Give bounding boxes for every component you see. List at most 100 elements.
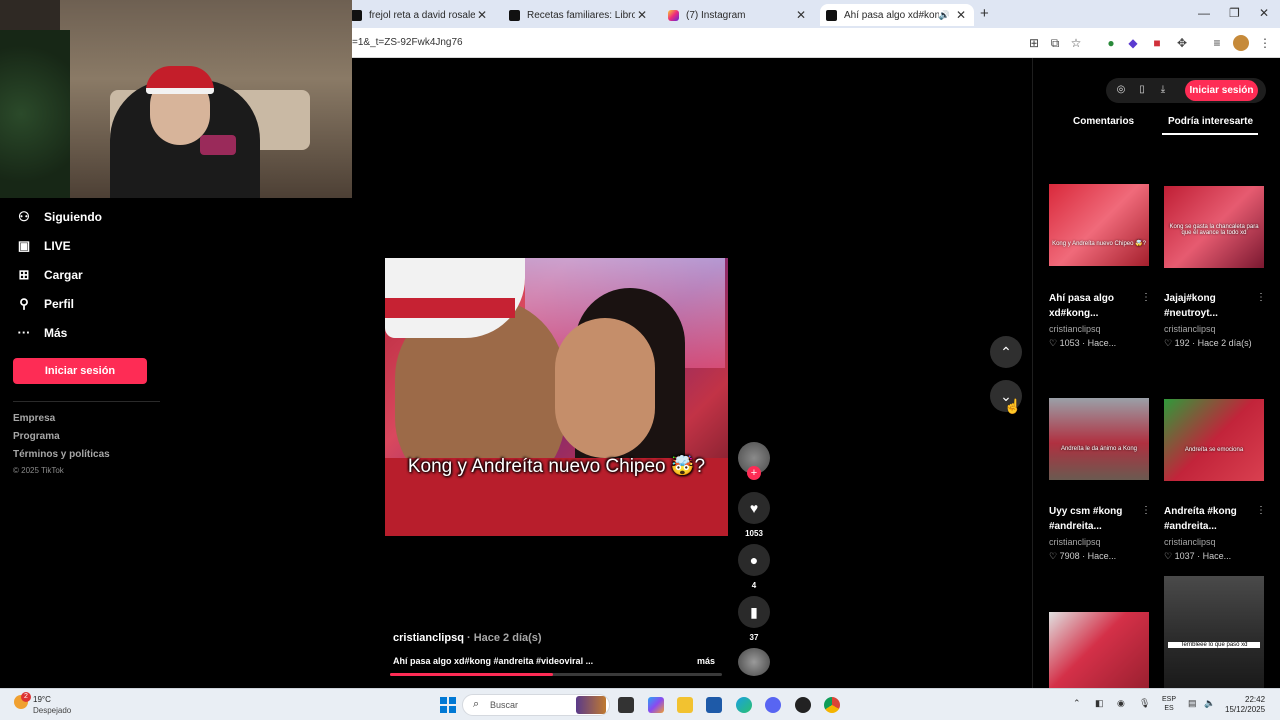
menu-kebab-icon[interactable]: ⋮: [1257, 35, 1273, 51]
shield-extension-icon[interactable]: ◆: [1125, 35, 1141, 51]
footer-link-program[interactable]: Programa: [13, 431, 60, 442]
card-options-icon[interactable]: ⋮: [1141, 292, 1151, 303]
video-thumbnail[interactable]: Kong y Andreíta nuevo Chipeo 🤯?: [1049, 184, 1149, 266]
footer-link-terms[interactable]: Términos y políticas: [13, 449, 110, 460]
tray-app-icon[interactable]: ◧: [1095, 698, 1104, 709]
sidebar-item-more[interactable]: ··· Más: [16, 325, 68, 341]
tray-app-icon[interactable]: ◉: [1117, 698, 1125, 709]
comment-button[interactable]: ●: [738, 544, 770, 576]
video-player[interactable]: Kong y Andreíta nuevo Chipeo 🤯?: [385, 258, 728, 536]
panel-divider: [1032, 58, 1033, 688]
video-description: Ahí pasa algo xd#kong #andreita #videovi…: [393, 656, 594, 666]
bookmark-star-icon[interactable]: ☆: [1068, 35, 1084, 51]
save-button[interactable]: ▮: [738, 596, 770, 628]
card-title[interactable]: Andreíta #kong #andreita...: [1164, 504, 1244, 534]
card-options-icon[interactable]: ⋮: [1256, 292, 1266, 303]
browser-tab[interactable]: frejol reta a david rosales, futbo ✕: [345, 4, 495, 26]
browser-tab-active[interactable]: Ahí pasa algo xd#kong #an 🔊 ✕: [820, 4, 974, 26]
like-button[interactable]: ♥: [738, 492, 770, 524]
close-window-icon[interactable]: ✕: [1259, 6, 1269, 20]
download-icon[interactable]: ⤓: [1156, 83, 1170, 97]
puzzle-icon[interactable]: ✥: [1174, 35, 1190, 51]
task-view-icon[interactable]: [618, 697, 634, 713]
video-thumbnail[interactable]: Andreíta le da ánimo a Kong: [1049, 398, 1149, 480]
temperature[interactable]: 19°C: [33, 695, 51, 704]
translate-icon[interactable]: ⊞: [1026, 35, 1042, 51]
follow-plus-icon[interactable]: +: [747, 466, 761, 480]
url-field[interactable]: =1&_t=ZS-92Fwk4Jng76: [352, 37, 463, 48]
close-tab-icon[interactable]: ✕: [954, 8, 968, 22]
media-control-icon[interactable]: ≡: [1209, 35, 1225, 51]
tray-chevron-icon[interactable]: ⌃: [1073, 698, 1081, 709]
volume-icon[interactable]: 🔈: [1204, 698, 1215, 709]
explore-icon[interactable]: ◎: [1114, 83, 1128, 97]
tab-active-indicator: [1162, 133, 1258, 135]
video-thumbnail[interactable]: Andreíta se emociona: [1164, 399, 1264, 481]
login-button-top[interactable]: Iniciar sesión: [1185, 80, 1258, 101]
close-tab-icon[interactable]: ✕: [635, 8, 649, 22]
windows-taskbar: 2 19°C Despejado ⌕ Buscar ⌃ ◧ ◉ 🎙 ESP ES…: [0, 688, 1280, 720]
following-icon: ⚇: [18, 209, 30, 224]
card-options-icon[interactable]: ⋮: [1256, 505, 1266, 516]
minimize-icon[interactable]: —: [1198, 6, 1210, 20]
profile-avatar-icon[interactable]: [1233, 35, 1249, 51]
sidebar-item-label: LIVE: [44, 239, 71, 253]
more-link[interactable]: más: [697, 656, 715, 666]
copilot-icon[interactable]: [648, 697, 664, 713]
card-user[interactable]: cristianclipsq: [1049, 537, 1101, 547]
card-user[interactable]: cristianclipsq: [1049, 324, 1101, 334]
edge-icon[interactable]: [736, 697, 752, 713]
browser-tab[interactable]: Recetas familiares: Libro de coc ✕: [503, 4, 655, 26]
language-indicator[interactable]: ESP ES: [1162, 695, 1176, 713]
microphone-icon[interactable]: 🎙: [1139, 698, 1150, 709]
tab-comments[interactable]: Comentarios: [1073, 116, 1134, 127]
windows-start-icon[interactable]: [440, 697, 456, 713]
sidebar-item-following[interactable]: ⚇ Siguiendo: [16, 209, 102, 225]
sidebar-item-profile[interactable]: ⚲ Perfil: [16, 296, 74, 312]
card-user[interactable]: cristianclipsq: [1164, 324, 1216, 334]
clock-time: 22:42: [1245, 695, 1266, 704]
install-app-icon[interactable]: ⧉: [1047, 35, 1063, 51]
profile-icon: ⚲: [19, 296, 29, 311]
footer-link-company[interactable]: Empresa: [13, 413, 55, 424]
card-title[interactable]: Ahí pasa algo xd#kong...: [1049, 291, 1129, 321]
extension-icon[interactable]: ●: [1103, 35, 1119, 51]
clock[interactable]: 22:42 15/12/2025: [1225, 695, 1265, 715]
video-thumbnail[interactable]: Kong se gasta la chancaleta para que el …: [1164, 186, 1264, 268]
music-disc[interactable]: [738, 648, 770, 676]
close-tab-icon[interactable]: ✕: [794, 8, 808, 22]
video-author[interactable]: cristianclipsq: [393, 632, 464, 644]
card-meta: ♡ 7908 · Hace...: [1049, 551, 1117, 561]
extension-red-icon[interactable]: ■: [1149, 35, 1165, 51]
browser-tab[interactable]: (7) Instagram ✕: [662, 4, 814, 26]
speaker-icon[interactable]: 🔊: [939, 10, 950, 21]
login-button[interactable]: Iniciar sesión: [13, 358, 147, 384]
weather-condition[interactable]: Despejado: [33, 706, 71, 715]
obs-icon[interactable]: [795, 697, 811, 713]
maximize-icon[interactable]: ❐: [1229, 6, 1240, 20]
card-user[interactable]: cristianclipsq: [1164, 537, 1216, 547]
close-tab-icon[interactable]: ✕: [475, 8, 489, 22]
clock-date: 15/12/2025: [1225, 705, 1266, 714]
card-title[interactable]: Jajaj#kong #neutroyt...: [1164, 291, 1244, 321]
card-options-icon[interactable]: ⋮: [1141, 505, 1151, 516]
network-icon[interactable]: ▤: [1188, 698, 1197, 709]
card-title[interactable]: Uyy csm #kong #andreita...: [1049, 504, 1129, 534]
taskbar-search[interactable]: ⌕ Buscar: [462, 694, 610, 716]
tab-recommended[interactable]: Podría interesarte: [1168, 116, 1253, 127]
video-thumbnail[interactable]: [1049, 612, 1149, 688]
video-progress-bar[interactable]: [390, 673, 722, 676]
video-person-face: [555, 318, 655, 458]
mobile-icon[interactable]: ▯: [1135, 83, 1149, 97]
chrome-icon[interactable]: [824, 697, 840, 713]
file-explorer-icon[interactable]: [677, 697, 693, 713]
previous-video-button[interactable]: ⌃: [990, 336, 1022, 368]
new-tab-button[interactable]: +: [980, 5, 989, 22]
video-author-line[interactable]: cristianclipsq · Hace 2 día(s): [393, 632, 542, 644]
video-thumbnail[interactable]: Terribleee lo que pasó xd: [1164, 576, 1264, 688]
discord-icon[interactable]: [765, 697, 781, 713]
sidebar-item-live[interactable]: ▣ LIVE: [16, 238, 71, 254]
video-progress-fill: [390, 673, 553, 676]
store-icon[interactable]: [706, 697, 722, 713]
sidebar-item-upload[interactable]: ⊞ Cargar: [16, 267, 83, 283]
